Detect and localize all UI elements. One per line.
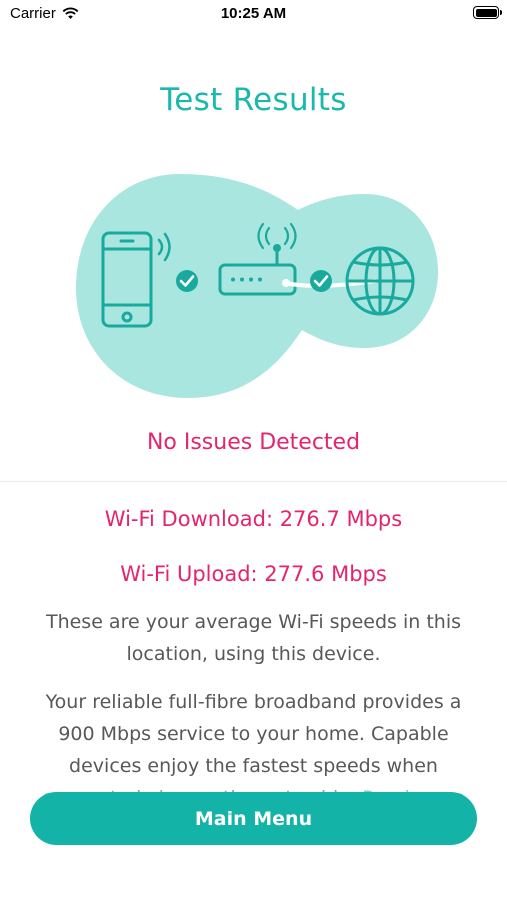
broadband-info-text: Your reliable full-fibre broadband provi… <box>42 691 462 795</box>
page-title: Test Results <box>160 82 347 118</box>
speed-explanation: These are your average Wi-Fi speeds in t… <box>45 611 462 665</box>
results-scroll-area[interactable]: Wi-Fi Download: 276.7 Mbps Wi-Fi Upload:… <box>0 490 507 795</box>
status-bar: Carrier 10:25 AM <box>0 0 507 30</box>
upload-speed: Wi-Fi Upload: 277.6 Mbps <box>120 562 387 586</box>
clock: 10:25 AM <box>220 5 287 22</box>
main-menu-button[interactable]: Main Menu <box>30 792 477 845</box>
check-icon <box>310 270 332 292</box>
status-message: No Issues Detected <box>146 430 361 455</box>
download-speed: Wi-Fi Download: 276.7 Mbps <box>104 507 403 531</box>
divider <box>0 481 507 482</box>
broadband-info: Your reliable full-fibre broadband provi… <box>30 686 477 795</box>
illustration-background-blob <box>76 174 438 398</box>
globe-icon <box>345 246 415 316</box>
connection-illustration <box>76 174 438 398</box>
check-icon <box>176 270 198 292</box>
battery-icon <box>473 6 502 19</box>
